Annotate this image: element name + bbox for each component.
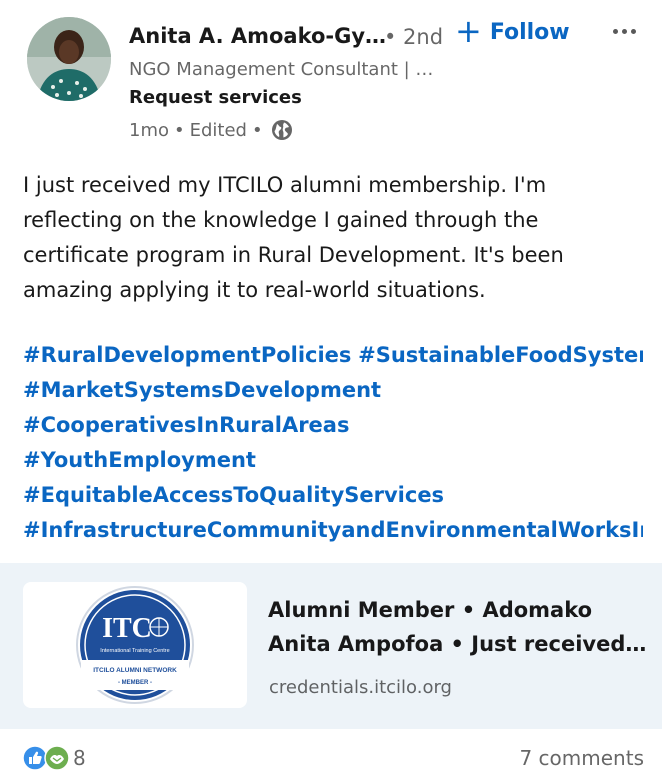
preview-thumbnail: ITC International Training Centre ITCILO… xyxy=(23,582,247,708)
author-avatar[interactable] xyxy=(27,17,111,101)
support-reaction-icon xyxy=(44,745,70,771)
connection-degree: • 2nd xyxy=(384,25,444,49)
hashtag-list: #RuralDevelopmentPolicies #SustainableFo… xyxy=(23,338,643,548)
ellipsis-icon xyxy=(612,28,618,34)
badge-subtitle: International Training Centre xyxy=(100,648,169,654)
hashtag-link[interactable]: #YouthEmployment xyxy=(23,448,256,472)
hashtag-link[interactable]: #InfrastructureCommunityandEnvironmental… xyxy=(23,518,643,542)
post-header: Anita A. Amoako-Gy… • 2nd + Follow NGO M… xyxy=(0,0,662,150)
hashtag-link[interactable]: #CooperativesInRuralAreas xyxy=(23,413,349,437)
more-options-button[interactable] xyxy=(607,16,641,46)
preview-domain: credentials.itcilo.org xyxy=(269,677,452,698)
post-meta: 1mo • Edited • xyxy=(129,119,293,141)
avatar-photo xyxy=(27,17,111,101)
post-time: 1mo xyxy=(129,119,169,141)
follow-label: Follow xyxy=(489,19,570,45)
link-preview-card[interactable]: ITC International Training Centre ITCILO… xyxy=(0,563,662,729)
edited-label: Edited xyxy=(189,119,247,141)
hashtag-link[interactable]: #SustainableFoodSystems xyxy=(358,343,643,367)
social-counts: 8 7 comments xyxy=(0,729,662,781)
badge-logo-text: ITC xyxy=(102,613,152,644)
badge-member-label: - MEMBER - xyxy=(118,680,152,686)
plus-icon: + xyxy=(455,11,482,50)
hashtag-link[interactable]: #EquitableAccessToQualityServices xyxy=(23,483,444,507)
comments-count-link[interactable]: 7 comments xyxy=(519,746,644,770)
meta-separator: • xyxy=(251,119,263,141)
author-headline: NGO Management Consultant | … xyxy=(129,59,434,80)
hashtag-link[interactable]: #RuralDevelopmentPolicies xyxy=(23,343,351,367)
follow-button[interactable]: + Follow xyxy=(455,14,570,50)
globe-icon xyxy=(271,120,292,140)
reaction-count: 8 xyxy=(73,746,86,770)
feed-post: Anita A. Amoako-Gy… • 2nd + Follow NGO M… xyxy=(0,0,662,781)
reactions-summary[interactable]: 8 xyxy=(22,745,86,771)
meta-separator: • xyxy=(174,119,185,141)
itc-alumni-badge: ITC International Training Centre ITCILO… xyxy=(76,586,194,704)
request-services-link[interactable]: Request services xyxy=(129,87,302,108)
hashtag-link[interactable]: #MarketSystemsDevelopment xyxy=(23,378,381,402)
author-name[interactable]: Anita A. Amoako-Gy… xyxy=(129,24,386,48)
badge-network-label: ITCILO ALUMNI NETWORK xyxy=(93,667,177,674)
post-text: I just received my ITCILO alumni members… xyxy=(23,173,564,302)
preview-title: Alumni Member • Adomako Anita Ampofoa • … xyxy=(268,598,647,656)
